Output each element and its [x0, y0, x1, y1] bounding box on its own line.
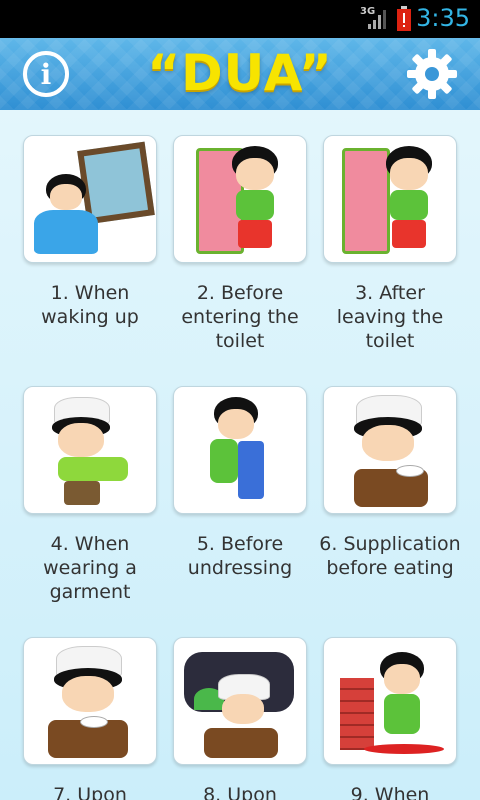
dua-label: 3. After leaving the toilet — [336, 282, 444, 352]
dua-thumbnail — [23, 135, 157, 263]
status-bar: 3G 3:35 — [0, 0, 480, 38]
app-header: i “DUA” — [0, 38, 480, 110]
dua-label: 5. Before undressing — [187, 533, 293, 579]
dua-thumbnail — [173, 135, 307, 263]
dua-item-3[interactable]: 3. After leaving the toilet — [315, 135, 465, 353]
dua-thumbnail — [23, 386, 157, 514]
dua-label: 4. When wearing a garment — [43, 533, 137, 603]
dua-thumbnail — [323, 637, 457, 765]
battery-alert-icon — [397, 6, 411, 31]
clock: 3:35 — [416, 4, 470, 32]
dua-item-5[interactable]: 5. Before undressing — [165, 386, 315, 580]
dua-label: 7. Upon — [53, 784, 127, 800]
dua-item-2[interactable]: 2. Before entering the toilet — [165, 135, 315, 353]
dua-list: 1. When waking up 2. Before entering the… — [0, 110, 480, 800]
dua-thumbnail — [23, 637, 157, 765]
dua-item-8[interactable]: 8. Upon — [165, 637, 315, 800]
dua-thumbnail — [173, 386, 307, 514]
dua-item-4[interactable]: 4. When wearing a garment — [15, 386, 165, 604]
dua-item-6[interactable]: 6. Supplication before eating — [315, 386, 465, 580]
settings-gear-icon[interactable] — [406, 48, 458, 100]
signal-icon — [368, 10, 386, 29]
dua-item-7[interactable]: 7. Upon — [15, 637, 165, 800]
dua-thumbnail — [323, 135, 457, 263]
dua-label: 6. Supplication before eating — [319, 533, 461, 579]
dua-label: 2. Before entering the toilet — [181, 282, 299, 352]
dua-label: 9. When — [350, 784, 430, 800]
dua-thumbnail — [323, 386, 457, 514]
dua-label: 1. When waking up — [41, 282, 139, 328]
dua-label: 8. Upon — [203, 784, 277, 800]
dua-item-9[interactable]: 9. When — [315, 637, 465, 800]
dua-thumbnail — [173, 637, 307, 765]
dua-item-1[interactable]: 1. When waking up — [15, 135, 165, 329]
